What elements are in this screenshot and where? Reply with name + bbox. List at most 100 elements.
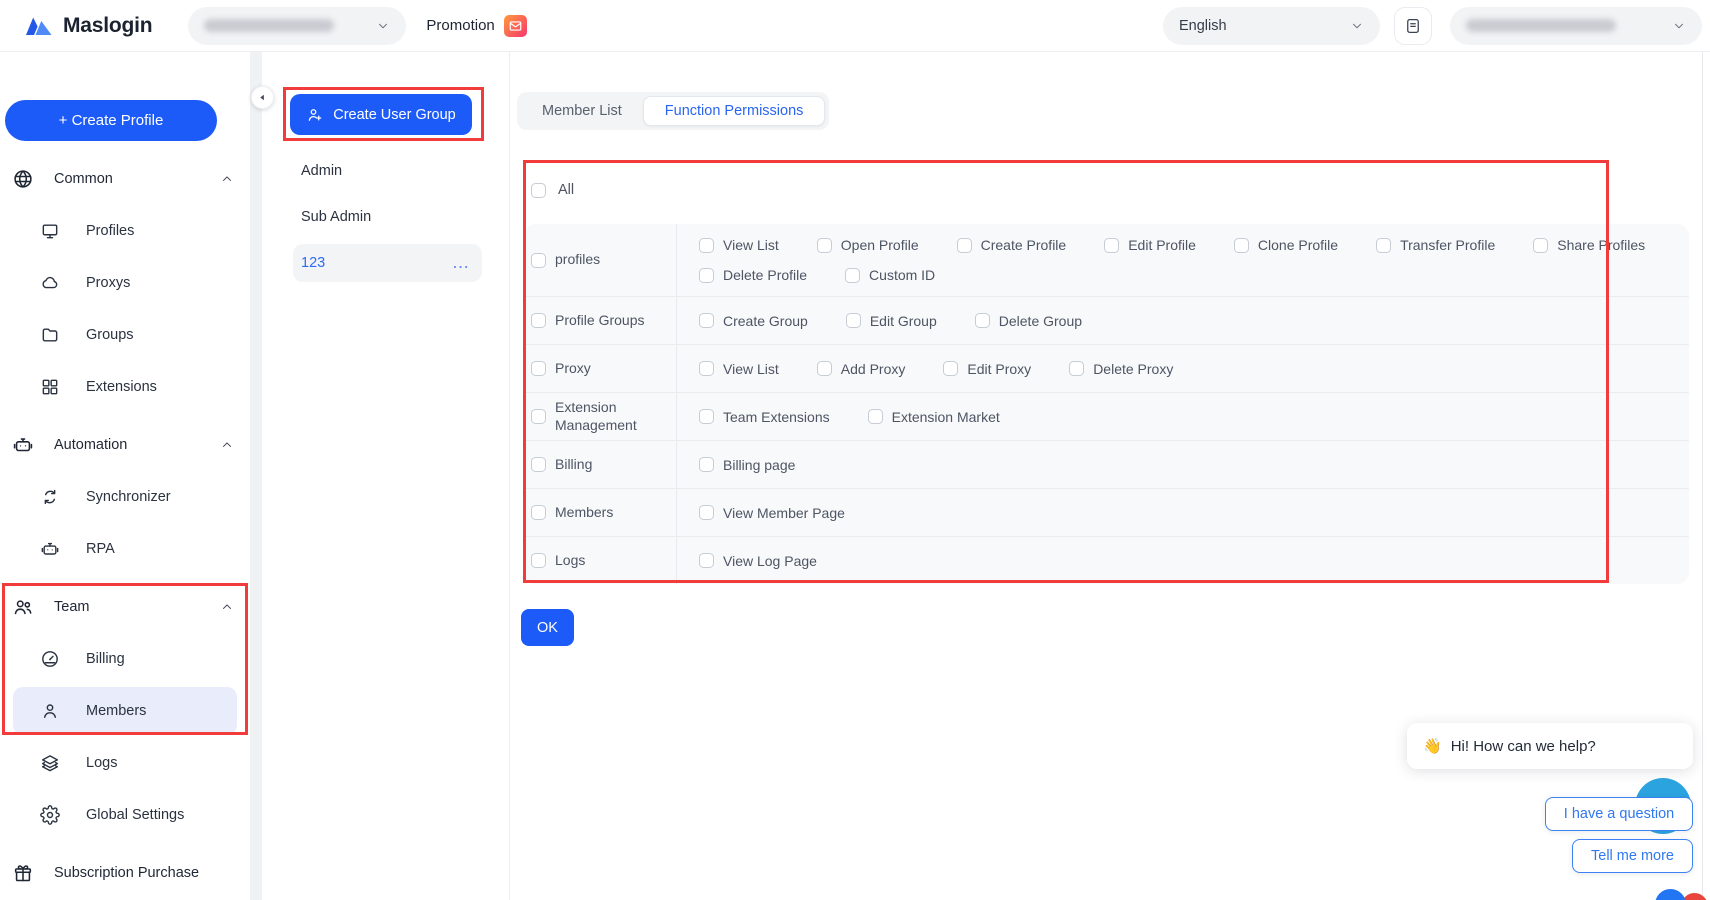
chat-channel-blue-icon[interactable]: [1655, 889, 1686, 900]
sync-icon: [40, 487, 60, 507]
checkbox-proxy[interactable]: [531, 361, 546, 376]
checkbox-custom-id[interactable]: [845, 268, 860, 283]
checkbox-edit-proxy[interactable]: [943, 361, 958, 376]
sidebar-section-team[interactable]: Team: [0, 581, 250, 633]
page: Maslogin Promotion English: [0, 0, 1710, 900]
permission-option-delete-proxy: Delete Proxy: [1069, 361, 1173, 377]
sidebar-item-global-settings[interactable]: Global Settings: [0, 789, 250, 841]
permission-option-view-list: View List: [699, 237, 779, 253]
checkbox-logs[interactable]: [531, 553, 546, 568]
language-selector[interactable]: English: [1163, 7, 1380, 45]
sidebar-item-billing[interactable]: Billing: [0, 633, 250, 685]
sidebar-section-label: Team: [54, 599, 89, 615]
permission-category-label: Billing: [555, 456, 592, 474]
permission-option-label: Clone Profile: [1258, 237, 1338, 253]
ok-button[interactable]: OK: [521, 609, 574, 646]
permission-option-edit-group: Edit Group: [846, 313, 937, 329]
account-selector[interactable]: [1450, 7, 1702, 45]
sidebar-item-label: Billing: [86, 651, 125, 667]
sidebar-item-logs[interactable]: Logs: [0, 737, 250, 789]
permission-option-billing-page: Billing page: [699, 457, 795, 473]
permission-row-profiles: profiles View List Open Profile Create P…: [524, 224, 1689, 296]
checkbox-clone-profile[interactable]: [1234, 238, 1249, 253]
checkbox-extension-market[interactable]: [868, 409, 883, 424]
checkbox-add-proxy[interactable]: [817, 361, 832, 376]
chat-option-question-button[interactable]: I have a question: [1545, 797, 1693, 831]
sidebar-item-subscription-purchase[interactable]: Subscription Purchase: [0, 847, 250, 899]
checkbox-delete-profile[interactable]: [699, 268, 714, 283]
checkbox-open-profile[interactable]: [817, 238, 832, 253]
checkbox-share-profiles[interactable]: [1533, 238, 1548, 253]
user-group-label: Sub Admin: [301, 209, 371, 225]
checkbox-profiles[interactable]: [531, 253, 546, 268]
checkbox-create-group[interactable]: [699, 313, 714, 328]
workspace-selector[interactable]: [188, 7, 406, 45]
permission-option-label: Share Profiles: [1557, 237, 1645, 253]
permission-option-label: View List: [723, 361, 779, 377]
sidebar-item-rpa[interactable]: RPA: [0, 523, 250, 575]
wave-emoji: 👋: [1423, 737, 1442, 755]
permission-category-label: Logs: [555, 552, 585, 570]
scrollbar-track[interactable]: [1702, 52, 1703, 900]
checkbox-delete-proxy[interactable]: [1069, 361, 1084, 376]
user-icon: [40, 701, 60, 721]
panel-divider: [250, 52, 262, 900]
tab-member-list[interactable]: Member List: [521, 96, 643, 126]
sidebar-item-profiles[interactable]: Profiles: [0, 205, 250, 257]
all-checkbox[interactable]: [531, 183, 546, 198]
checkbox-edit-group[interactable]: [846, 313, 861, 328]
checkbox-delete-group[interactable]: [975, 313, 990, 328]
permission-option-create-profile: Create Profile: [957, 237, 1067, 253]
checkbox-view-member-page[interactable]: [699, 505, 714, 520]
group-menu-ellipsis-icon[interactable]: ...: [453, 256, 470, 271]
sidebar-item-groups[interactable]: Groups: [0, 309, 250, 361]
sidebar-item-label: Members: [86, 703, 146, 719]
checkbox-view-log-page[interactable]: [699, 553, 714, 568]
checkbox-billing-page[interactable]: [699, 457, 714, 472]
monitor-icon: [40, 221, 60, 241]
checkbox-team-extensions[interactable]: [699, 409, 714, 424]
chevron-down-icon: [1672, 19, 1686, 33]
chevron-up-icon: [220, 438, 234, 452]
user-group-item-sub-admin[interactable]: Sub Admin: [293, 194, 482, 240]
redacted-workspace-text: [204, 19, 334, 32]
permission-option-custom-id: Custom ID: [845, 267, 935, 283]
permission-option-label: Transfer Profile: [1400, 237, 1495, 253]
permission-option-edit-profile: Edit Profile: [1104, 237, 1196, 253]
promotion-link[interactable]: Promotion: [426, 15, 526, 37]
sidebar-item-label: Groups: [86, 327, 134, 343]
create-user-group-button[interactable]: Create User Group: [290, 94, 472, 135]
grid-icon: [40, 377, 60, 397]
sidebar-item-synchronizer[interactable]: Synchronizer: [0, 471, 250, 523]
checkbox-profile-groups[interactable]: [531, 313, 546, 328]
sidebar-section-automation[interactable]: Automation: [0, 419, 250, 471]
brand: Maslogin: [24, 14, 152, 38]
sidebar-item-proxys[interactable]: Proxys: [0, 257, 250, 309]
checkbox-create-profile[interactable]: [957, 238, 972, 253]
docs-button[interactable]: [1394, 7, 1432, 45]
sidebar-item-label: Global Settings: [86, 807, 184, 823]
user-group-item-123[interactable]: 123 ...: [293, 244, 482, 282]
permissions-table: profiles View List Open Profile Create P…: [524, 224, 1689, 584]
permission-row-extension-management: Extension Management Team Extensions Ext…: [524, 392, 1689, 440]
checkbox-billing[interactable]: [531, 457, 546, 472]
user-plus-icon: [306, 106, 324, 124]
chat-greeting-text: Hi! How can we help?: [1451, 738, 1596, 755]
create-profile-button[interactable]: + Create Profile: [5, 100, 217, 141]
sidebar-item-extensions[interactable]: Extensions: [0, 361, 250, 413]
tab-function-permissions[interactable]: Function Permissions: [643, 96, 826, 126]
permission-option-transfer-profile: Transfer Profile: [1376, 237, 1495, 253]
user-group-item-admin[interactable]: Admin: [293, 148, 482, 194]
checkbox-view-list[interactable]: [699, 361, 714, 376]
redacted-account-text: [1466, 19, 1616, 32]
checkbox-edit-profile[interactable]: [1104, 238, 1119, 253]
checkbox-members[interactable]: [531, 505, 546, 520]
sidebar-section-common[interactable]: Common: [0, 153, 250, 205]
checkbox-transfer-profile[interactable]: [1376, 238, 1391, 253]
checkbox-view-list[interactable]: [699, 238, 714, 253]
checkbox-extension-management[interactable]: [531, 409, 546, 424]
permission-option-view-log-page: View Log Page: [699, 553, 817, 569]
sidebar-collapse-button[interactable]: [251, 86, 274, 109]
sidebar-item-members[interactable]: Members: [0, 685, 250, 737]
chat-option-more-button[interactable]: Tell me more: [1572, 839, 1693, 873]
